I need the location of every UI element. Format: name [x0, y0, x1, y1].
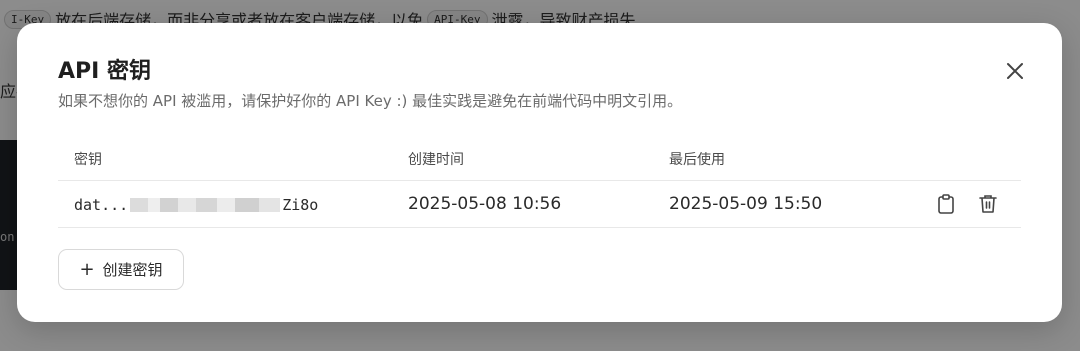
table-header: 密钥 创建时间 最后使用 — [58, 135, 1021, 181]
api-key-mask — [130, 198, 281, 212]
modal-title: API 密钥 — [58, 59, 151, 84]
api-key-suffix: Zi8o — [282, 196, 319, 214]
close-button[interactable] — [1001, 57, 1029, 85]
clipboard-icon — [938, 194, 954, 214]
api-key-prefix: dat... — [74, 196, 129, 214]
api-key-value: dat... Zi8o — [74, 196, 318, 214]
table-row: dat... Zi8o 2025-05-08 10:56 2025-05-09 … — [58, 181, 1021, 228]
column-header-created: 创建时间 — [408, 152, 464, 168]
api-key-modal: API 密钥 如果不想你的 API 被滥用，请保护好你的 API Key :) … — [17, 23, 1062, 322]
modal-description: 如果不想你的 API 被滥用，请保护好你的 API Key :) 最佳实践是避免… — [58, 92, 683, 110]
last-used-time: 2025-05-09 15:50 — [669, 194, 823, 214]
copy-key-button[interactable] — [935, 193, 957, 215]
api-key-table: 密钥 创建时间 最后使用 dat... Zi8o 2025-05-08 10:5… — [58, 135, 1021, 228]
column-header-key: 密钥 — [74, 152, 102, 168]
create-key-label: 创建密钥 — [102, 261, 163, 279]
close-icon — [1007, 63, 1023, 79]
trash-icon — [979, 195, 997, 213]
plus-icon: + — [79, 258, 95, 280]
create-key-button[interactable]: + 创建密钥 — [58, 249, 184, 290]
created-time: 2025-05-08 10:56 — [408, 194, 562, 214]
delete-key-button[interactable] — [977, 193, 999, 215]
column-header-last-used: 最后使用 — [669, 152, 725, 168]
